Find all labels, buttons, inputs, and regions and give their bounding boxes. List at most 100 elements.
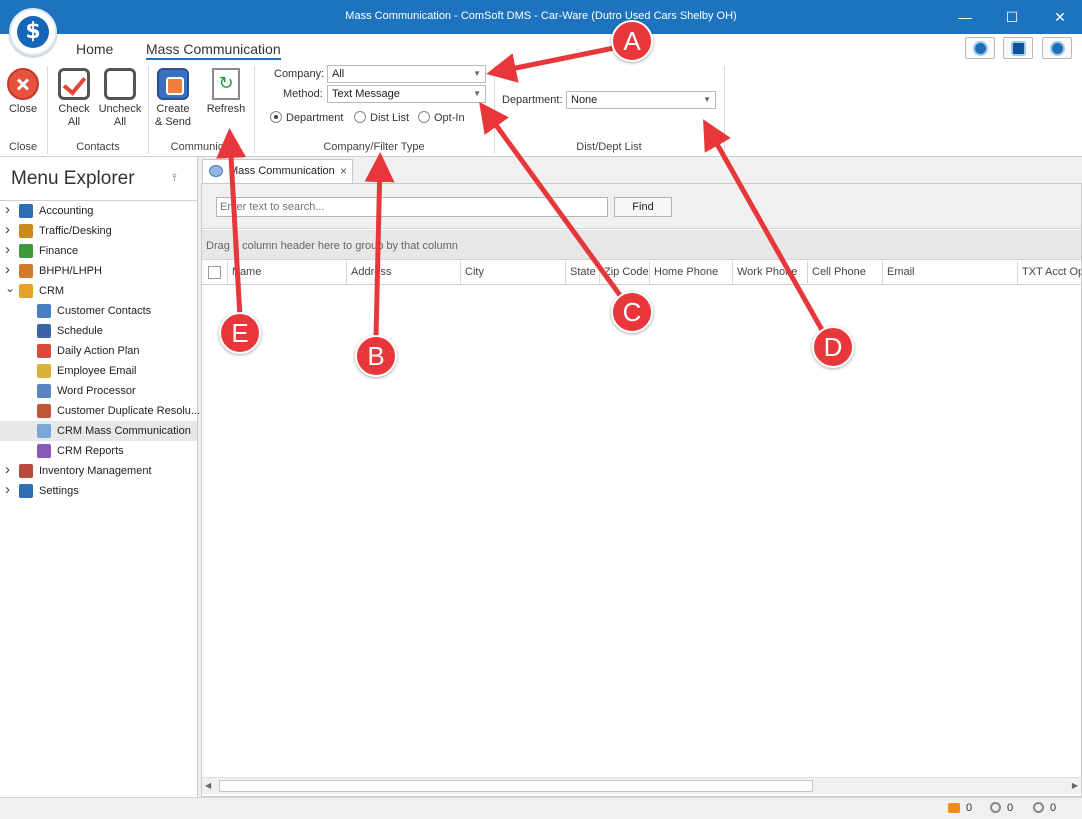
tab-mass-communication-document[interactable]: Mass Communication × (202, 159, 353, 183)
menu-item-finance[interactable]: › Finance (0, 241, 197, 261)
settings-icon (19, 484, 33, 498)
document-tab-bar: Mass Communication × (199, 157, 1082, 183)
menu-item-traffic-desking[interactable]: › Traffic/Desking (0, 221, 197, 241)
globe-icon (973, 41, 988, 56)
column-header-home-phone[interactable]: Home Phone (649, 261, 732, 284)
tab-home[interactable]: Home (76, 41, 113, 57)
satellite-icon (209, 165, 223, 177)
column-header-address[interactable]: Address (346, 261, 460, 284)
blocked-icon (990, 802, 1001, 813)
close-window-button[interactable]: ✕ (1045, 6, 1075, 28)
column-header-txt-acct-opt[interactable]: TXT Acct Opt (1017, 261, 1081, 284)
minimize-button[interactable]: — (950, 6, 980, 28)
annotation-badge-d: D (812, 326, 854, 368)
menu-item-employee-email[interactable]: Employee Email (0, 361, 197, 381)
chevron-right-icon[interactable]: › (5, 240, 10, 260)
support-button[interactable] (1003, 37, 1033, 59)
menu-item-label: Customer Duplicate Resolu... (57, 405, 201, 417)
menu-item-settings[interactable]: › Settings (0, 481, 197, 501)
group-separator (724, 66, 725, 154)
menu-item-customer-duplicate-resolu[interactable]: Customer Duplicate Resolu... (0, 401, 201, 421)
radio-unselected-icon (354, 111, 366, 123)
create-message-icon (157, 68, 189, 100)
chevron-right-icon[interactable]: › (5, 480, 10, 500)
maximize-button[interactable]: ☐ (997, 6, 1027, 28)
tab-mass-communication[interactable]: Mass Communication (146, 41, 281, 60)
group-label-close: Close (8, 141, 38, 153)
chevron-right-icon[interactable]: › (5, 220, 10, 240)
chevron-down-icon: ▼ (473, 69, 481, 78)
dollar-icon: $ (17, 16, 49, 48)
status-messages-count: 0 (966, 802, 973, 814)
help-button[interactable] (965, 37, 995, 59)
find-button[interactable]: Find (614, 197, 672, 217)
column-header-email[interactable]: Email (882, 261, 1017, 284)
close-tab-icon[interactable]: × (340, 164, 347, 178)
app-logo[interactable]: $ (9, 8, 57, 56)
menu-item-crm-reports[interactable]: CRM Reports (0, 441, 197, 461)
column-header-state[interactable]: State (565, 261, 599, 284)
chevron-down-icon[interactable]: ⌄ (5, 278, 15, 298)
grid-header: Name Address City State Zip Code Home Ph… (202, 261, 1081, 285)
menu-item-schedule[interactable]: Schedule (0, 321, 197, 341)
menu-item-inventory-management[interactable]: › Inventory Management (0, 461, 197, 481)
annotation-badge-a: A (611, 20, 653, 62)
refresh-icon: ↻ (212, 68, 240, 100)
column-header-work-phone[interactable]: Work Phone (732, 261, 807, 284)
radio-dist-list[interactable]: Dist List (354, 111, 409, 124)
column-header-name[interactable]: Name (227, 261, 346, 284)
check-all-button[interactable]: Check All (56, 68, 92, 129)
uncheck-all-button[interactable]: Uncheck All (98, 68, 142, 129)
menu-item-daily-action-plan[interactable]: Daily Action Plan (0, 341, 197, 361)
create-send-button[interactable]: Create & Send (154, 68, 192, 129)
document-icon (37, 384, 51, 398)
status-blocked-1[interactable]: 0 (990, 802, 1013, 814)
menu-item-crm-mass-communication[interactable]: CRM Mass Communication (0, 421, 197, 441)
radio-department[interactable]: Department (270, 111, 343, 124)
close-button[interactable]: Close (6, 68, 40, 116)
scrollbar-thumb[interactable] (219, 780, 813, 792)
chevron-right-icon[interactable]: › (5, 460, 10, 480)
column-header-city[interactable]: City (460, 261, 565, 284)
select-all-checkbox[interactable] (208, 266, 221, 279)
menu-item-label: Settings (39, 485, 79, 497)
radio-opt-in[interactable]: Opt-In (418, 111, 465, 124)
annotation-badge-b: B (355, 335, 397, 377)
calendar-icon (37, 324, 51, 338)
menu-item-crm[interactable]: ⌄ CRM (0, 281, 197, 301)
company-dropdown[interactable]: All ▼ (327, 65, 486, 83)
menu-item-customer-contacts[interactable]: Customer Contacts (0, 301, 197, 321)
create-send-label-2: & Send (154, 116, 192, 128)
chevron-right-icon[interactable]: › (5, 200, 10, 220)
group-by-panel[interactable]: Drag a column header here to group by th… (202, 230, 1081, 260)
method-dropdown[interactable]: Text Message ▼ (327, 85, 486, 103)
group-separator (148, 66, 149, 154)
status-blocked-2[interactable]: 0 (1033, 802, 1056, 814)
menu-item-bhph-lhph[interactable]: › BHPH/LHPH (0, 261, 197, 281)
department-dropdown[interactable]: None ▼ (566, 91, 716, 109)
scroll-left-icon[interactable]: ◀ (205, 781, 211, 790)
create-send-label-1: Create (156, 103, 190, 115)
scroll-right-icon[interactable]: ▶ (1072, 781, 1078, 790)
company-value: All (332, 68, 345, 80)
menu-explorer-panel: Menu Explorer ⫯ › Accounting › Traffic/Desk… (0, 157, 201, 797)
blocked-icon (1033, 802, 1044, 813)
search-input[interactable] (216, 197, 608, 217)
menu-item-accounting[interactable]: › Accounting (0, 201, 197, 221)
calculator-icon (19, 204, 33, 218)
chevron-right-icon[interactable]: › (5, 260, 10, 280)
radio-department-label: Department (286, 112, 344, 124)
finance-icon (19, 244, 33, 258)
menu-item-word-processor[interactable]: Word Processor (0, 381, 197, 401)
column-header-cell-phone[interactable]: Cell Phone (807, 261, 882, 284)
column-header-zip-code[interactable]: Zip Code (599, 261, 649, 284)
menu-item-label: Customer Contacts (57, 305, 152, 317)
status-messages[interactable]: 0 (948, 802, 972, 814)
search-bar: Find (202, 184, 1081, 229)
pin-icon[interactable]: ⫯ (172, 172, 177, 185)
people-icon (37, 404, 51, 418)
check-all-label-1: Check (58, 103, 90, 115)
refresh-button[interactable]: ↻ Refresh (204, 68, 248, 116)
web-button[interactable] (1042, 37, 1072, 59)
horizontal-scrollbar[interactable]: ◀ ▶ (202, 777, 1081, 794)
